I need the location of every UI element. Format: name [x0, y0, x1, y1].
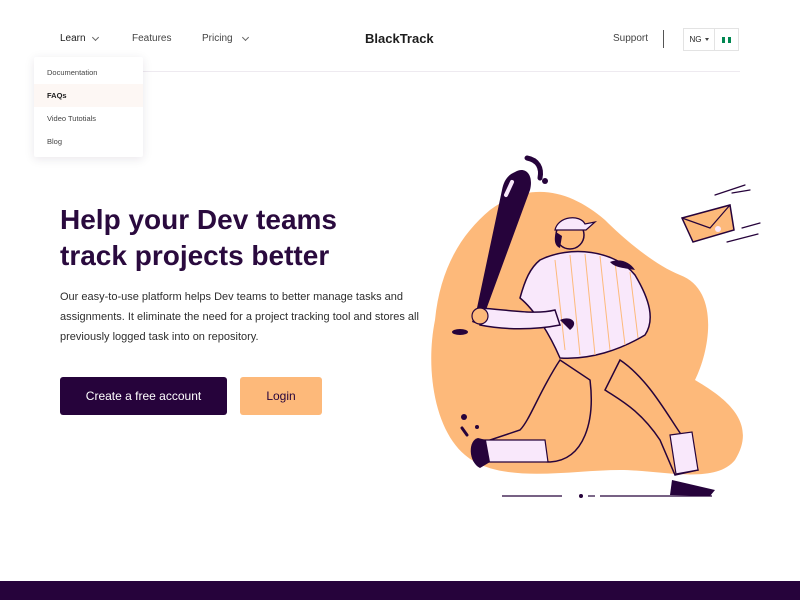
nav-features[interactable]: Features [132, 33, 171, 44]
nav-separator [663, 30, 664, 48]
front-shoe [670, 480, 715, 496]
menu-item-video-tutorials[interactable]: Video Tutotials [34, 107, 143, 130]
footer-band [0, 581, 800, 600]
header-divider [60, 71, 740, 72]
chevron-down-icon [241, 33, 249, 41]
nav-pricing-label: Pricing [202, 33, 233, 44]
caret-down-icon [704, 38, 709, 41]
nigeria-flag-icon[interactable] [715, 29, 738, 50]
hero-title: Help your Dev teams track projects bette… [60, 202, 420, 274]
bat-knob [452, 329, 468, 335]
support-link[interactable]: Support [613, 33, 648, 44]
menu-item-blog[interactable]: Blog [34, 130, 143, 153]
back-leg-sock [479, 439, 549, 463]
menu-item-documentation[interactable]: Documentation [34, 61, 143, 84]
chevron-down-icon [91, 33, 99, 41]
locale-code: NG [689, 35, 702, 44]
player-hand [471, 307, 489, 325]
motion-dot [542, 178, 548, 184]
create-account-button[interactable]: Create a free account [60, 377, 227, 415]
menu-item-faqs[interactable]: FAQs [34, 84, 143, 107]
hero-title-line-2: track projects better [60, 240, 330, 271]
ground-dot [579, 494, 583, 498]
nav-learn-label: Learn [60, 33, 86, 44]
deco-dot [475, 425, 479, 429]
locale-selector[interactable]: NG [683, 28, 739, 51]
envelope-icon [680, 204, 735, 243]
learn-dropdown-menu: Documentation FAQs Video Tutotials Blog [34, 57, 143, 157]
hero-title-line-1: Help your Dev teams [60, 204, 337, 235]
nav-features-label: Features [132, 33, 172, 44]
brand-logo[interactable]: BlackTrack [365, 31, 434, 46]
player-arm [479, 307, 561, 330]
deco-dot [461, 414, 467, 420]
locale-code-dropdown[interactable]: NG [684, 29, 715, 50]
hero-description: Our easy-to-use platform helps Dev teams… [60, 291, 419, 343]
login-button[interactable]: Login [240, 377, 322, 415]
baseball-player-illustration [431, 155, 761, 498]
nav-learn[interactable]: Learn [60, 33, 99, 44]
flag-stripe [728, 36, 731, 43]
nav-pricing[interactable]: Pricing [202, 33, 249, 44]
